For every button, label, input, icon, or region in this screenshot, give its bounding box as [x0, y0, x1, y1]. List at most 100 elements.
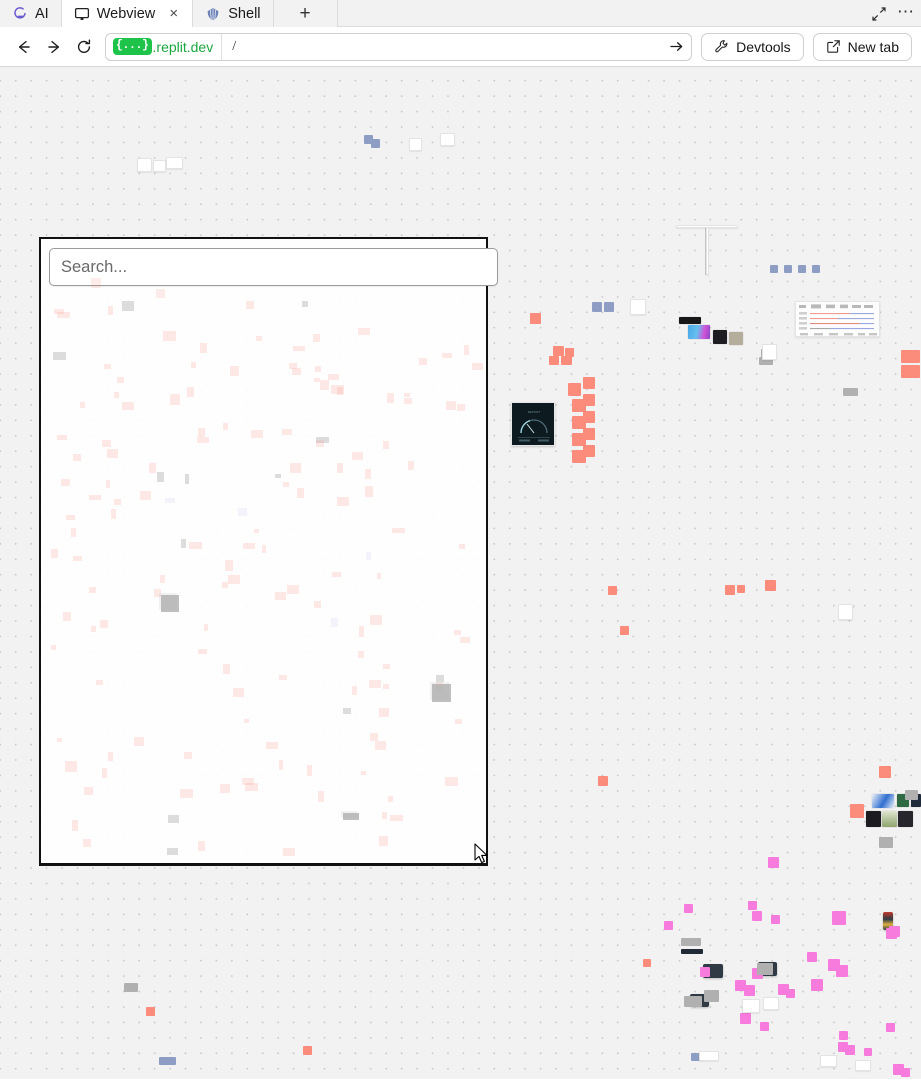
salmon-note[interactable] — [568, 383, 581, 396]
salmon-note[interactable] — [598, 776, 608, 786]
grey-card[interactable] — [879, 837, 893, 848]
blue-note[interactable] — [159, 1057, 176, 1065]
grey-card[interactable] — [843, 388, 858, 396]
search-overlay-panel[interactable] — [39, 237, 498, 865]
doc-card[interactable] — [706, 227, 709, 275]
reload-button[interactable] — [69, 32, 99, 62]
doc-card[interactable] — [699, 1051, 719, 1061]
doc-card[interactable] — [166, 157, 183, 169]
expand-diagonal-icon[interactable] — [871, 6, 887, 22]
pink-note[interactable] — [886, 1023, 895, 1032]
grey-card[interactable] — [757, 963, 773, 975]
doc-card[interactable] — [855, 1060, 871, 1071]
thumbnail-dark-bar[interactable] — [679, 317, 701, 324]
new-tab-button[interactable]: + — [273, 0, 338, 27]
blue-note[interactable] — [770, 265, 778, 273]
salmon-note[interactable] — [156, 289, 165, 298]
dark-bar-note[interactable] — [681, 949, 703, 954]
address-path-input[interactable] — [222, 38, 662, 55]
pink-note[interactable] — [768, 857, 779, 868]
gallery-thumb-dark-right[interactable] — [898, 811, 913, 827]
salmon-note[interactable] — [583, 445, 595, 457]
salmon-note[interactable] — [549, 356, 559, 365]
back-button[interactable] — [9, 32, 39, 62]
blue-note[interactable] — [371, 139, 380, 148]
grey-card[interactable] — [124, 983, 138, 992]
tab-ai[interactable]: AI — [0, 0, 62, 27]
table-gantt-card[interactable] — [795, 301, 880, 337]
grey-card[interactable] — [341, 811, 357, 818]
gauge-chart-card[interactable]: REPORT — [511, 402, 555, 446]
pink-note[interactable] — [744, 985, 755, 996]
tab-close-icon[interactable]: × — [167, 6, 180, 21]
pink-note[interactable] — [748, 901, 757, 910]
doc-card[interactable] — [630, 299, 646, 315]
salmon-note[interactable] — [725, 585, 735, 595]
salmon-note[interactable] — [907, 350, 920, 363]
thumbnail-colorful[interactable] — [688, 325, 710, 339]
salmon-note[interactable] — [583, 428, 595, 440]
salmon-note[interactable] — [737, 585, 745, 593]
blue-note[interactable] — [604, 302, 614, 312]
doc-card[interactable] — [820, 1055, 837, 1067]
doc-card[interactable] — [409, 138, 422, 151]
pink-note[interactable] — [664, 921, 673, 930]
salmon-note[interactable] — [530, 313, 541, 324]
pink-note[interactable] — [684, 904, 693, 913]
doc-card[interactable] — [137, 158, 152, 172]
pink-note[interactable] — [740, 1013, 751, 1024]
search-input[interactable] — [49, 248, 498, 286]
devtools-button[interactable]: Devtools — [701, 32, 804, 61]
pink-note[interactable] — [901, 1068, 910, 1077]
salmon-note[interactable] — [553, 346, 564, 356]
thumbnail-beige[interactable] — [729, 332, 743, 345]
doc-card[interactable] — [742, 999, 760, 1013]
infinite-whiteboard-canvas[interactable]: REPORT — [0, 67, 921, 1079]
salmon-note[interactable] — [620, 626, 629, 635]
pink-note[interactable] — [836, 965, 848, 977]
grey-card[interactable] — [681, 938, 701, 946]
salmon-note[interactable] — [303, 1046, 312, 1055]
salmon-note[interactable] — [608, 586, 617, 595]
pink-note[interactable] — [807, 952, 817, 962]
salmon-note[interactable] — [765, 580, 776, 591]
pink-note[interactable] — [845, 1045, 855, 1055]
doc-card[interactable] — [838, 604, 853, 620]
address-host-chip[interactable]: {...} .replit.dev — [106, 33, 223, 60]
salmon-note[interactable] — [907, 365, 920, 378]
pink-note[interactable] — [760, 1022, 769, 1031]
pink-note[interactable] — [811, 979, 823, 991]
blue-note[interactable] — [812, 265, 820, 273]
new-tab-action-button[interactable]: New tab — [812, 32, 912, 61]
forward-button[interactable] — [39, 32, 69, 62]
grey-card[interactable] — [159, 593, 177, 610]
gallery-thumb-light[interactable] — [882, 811, 897, 827]
pink-note[interactable] — [886, 928, 897, 939]
pink-note[interactable] — [771, 915, 780, 924]
salmon-note[interactable] — [583, 377, 595, 389]
salmon-note[interactable] — [91, 278, 101, 288]
address-go-button[interactable] — [661, 34, 691, 60]
salmon-note[interactable] — [850, 804, 864, 818]
grey-card[interactable] — [704, 990, 719, 1002]
pink-note[interactable] — [786, 989, 795, 998]
gallery-thumb-ui-blue[interactable] — [872, 794, 894, 808]
grey-card[interactable] — [684, 996, 702, 1007]
salmon-note[interactable] — [583, 394, 595, 406]
tab-webview[interactable]: Webview × — [61, 0, 194, 27]
pink-note[interactable] — [864, 1048, 872, 1056]
tab-shell[interactable]: Shell — [193, 0, 274, 27]
salmon-note[interactable] — [561, 356, 572, 365]
pink-note[interactable] — [839, 1031, 848, 1040]
thumbnail-dark-grid[interactable] — [713, 330, 727, 344]
doc-card[interactable] — [153, 160, 166, 172]
blue-note[interactable] — [798, 265, 806, 273]
salmon-note[interactable] — [643, 959, 651, 967]
pink-note[interactable] — [752, 911, 762, 921]
blue-note[interactable] — [592, 302, 602, 312]
grey-card[interactable] — [905, 790, 918, 800]
salmon-note[interactable] — [146, 1007, 155, 1016]
doc-card[interactable] — [440, 133, 455, 146]
salmon-note[interactable] — [583, 411, 595, 423]
doc-card[interactable] — [762, 344, 777, 360]
